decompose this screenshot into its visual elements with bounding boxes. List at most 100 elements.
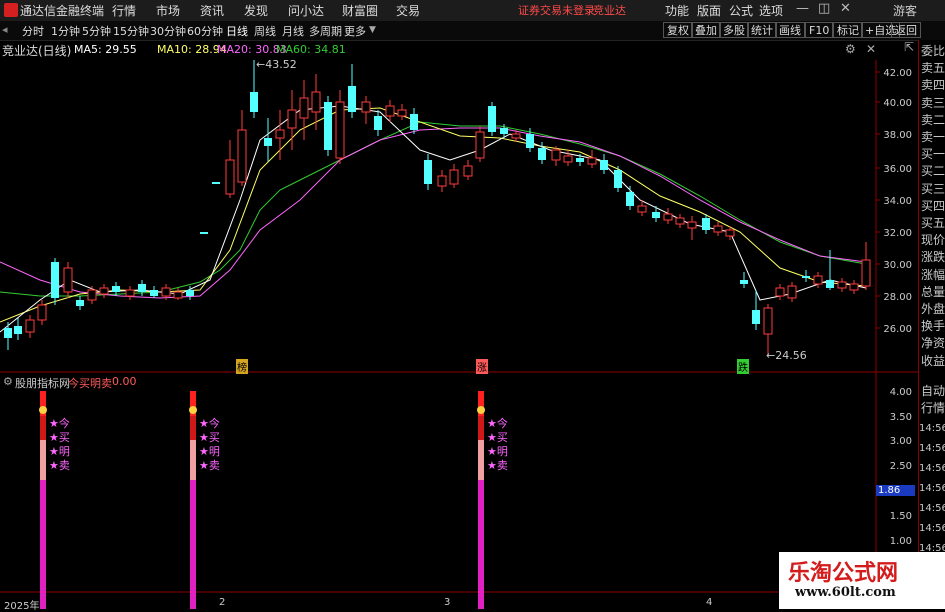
candle-down	[424, 154, 432, 190]
menu-trade[interactable]: 交易	[396, 2, 420, 19]
tab-more[interactable]: 更多	[344, 23, 366, 39]
price-tick: 32.00	[883, 228, 912, 239]
close-icon[interactable]: ✕	[840, 1, 851, 16]
statistics-button[interactable]: 统计	[747, 22, 777, 38]
signal-bars	[39, 391, 485, 609]
menu-wealth[interactable]: 财富圈	[342, 2, 378, 19]
app-title: 通达信金融终端	[20, 4, 105, 18]
tab-daily[interactable]: 日线	[226, 23, 248, 39]
candle-up	[87, 286, 97, 304]
tab-30min[interactable]: 30分钟	[150, 23, 186, 39]
menu-market[interactable]: 市场	[156, 2, 180, 19]
menu-ask[interactable]: 问小达	[288, 2, 324, 19]
quote-field-label: 现价	[921, 233, 945, 248]
candle-down	[740, 272, 748, 288]
candle-up	[663, 208, 673, 224]
indicator-title: 今买明卖	[68, 377, 112, 390]
quote-field-label: 买五	[921, 216, 945, 230]
chevron-left-icon[interactable]: ◂	[2, 23, 8, 36]
candle-up	[299, 80, 309, 140]
overlay-button[interactable]: 叠加	[691, 22, 721, 38]
date-label-year: 2025年	[4, 601, 40, 612]
tick-time: 14:56	[919, 503, 945, 514]
candle-down	[138, 280, 146, 296]
menu-market-quotes[interactable]: 行情	[112, 2, 136, 19]
tab-1min[interactable]: 1分钟	[51, 23, 80, 39]
auto-quote-label[interactable]: 行情	[921, 401, 945, 415]
price-axis: 42.00 40.00 38.00 36.00 34.00 32.00 30.00 28.00…	[876, 68, 912, 335]
indicator-gear-icon[interactable]: ⚙	[3, 375, 13, 388]
candle-up	[25, 315, 35, 338]
tab-weekly[interactable]: 周线	[254, 23, 276, 39]
draw-line-button[interactable]: 画线	[775, 22, 805, 38]
tab-monthly[interactable]: 月线	[282, 23, 304, 39]
auto-quote-label[interactable]: 自动	[921, 384, 945, 398]
quote-field-label: 收益	[921, 353, 945, 368]
candle-down	[150, 286, 158, 298]
multi-stock-button[interactable]: 多股	[719, 22, 749, 38]
candle-down	[802, 270, 810, 282]
signal-label: ★卖	[199, 459, 220, 472]
mark-button[interactable]: 标记	[833, 22, 863, 38]
tab-15min[interactable]: 15分钟	[113, 23, 149, 39]
back-button[interactable]: 返回	[891, 22, 921, 38]
menu-news[interactable]: 资讯	[200, 2, 224, 19]
candle-down	[200, 232, 208, 234]
ma60-line	[0, 121, 867, 297]
price-tick: 34.00	[883, 196, 912, 207]
menu-options[interactable]: 选项	[759, 2, 783, 19]
kline-chart[interactable]: 42.0040.0038.0036.0034.0032.0030.0028.00…	[0, 40, 918, 609]
candle-down	[652, 206, 660, 222]
chart-frame	[0, 60, 918, 609]
tab-5min[interactable]: 5分钟	[82, 23, 111, 39]
tag-fall: 跌	[737, 359, 749, 374]
candle-down	[826, 250, 834, 290]
candle-up	[237, 110, 247, 186]
money-bag-icon	[189, 406, 197, 414]
quote-field-label: 涨幅	[921, 267, 945, 282]
menu-formula[interactable]: 公式	[729, 2, 753, 19]
date-label-feb: 2	[219, 597, 226, 608]
title-bar: 通达信金融终端 行情 市场 资讯 发现 问小达 财富圈 交易 证券交易未登录 竞…	[0, 0, 945, 22]
period-toolbar: ◂ 分时 1分钟 5分钟 15分钟 30分钟 60分钟 日线 周线 月线 多周期…	[0, 21, 945, 41]
candle-up	[713, 222, 723, 236]
price-tick: 36.00	[883, 164, 912, 175]
chevron-down-icon[interactable]: ▼	[369, 25, 376, 35]
tag-rise: 涨	[476, 359, 488, 374]
restore-icon[interactable]: ◫	[818, 1, 830, 16]
guest-user[interactable]: 游客	[893, 2, 917, 19]
quote-side-panel: 委比 卖五 卖四 卖三 卖二 卖一 买一 买二 买三 买四 买五 现价 涨跌 涨幅 总量 外盘 换手 净资 收益 自动…	[918, 40, 945, 609]
tab-60min[interactable]: 60分钟	[187, 23, 223, 39]
signal-label: ★卖	[487, 459, 508, 472]
candle-up	[449, 164, 459, 188]
login-warning: 证券交易未登录	[518, 4, 595, 17]
quote-field-label: 外盘	[921, 302, 945, 316]
money-bag-icon	[477, 406, 485, 414]
menu-function[interactable]: 功能	[665, 2, 689, 19]
candle-up	[675, 214, 685, 228]
candle-up	[335, 90, 345, 164]
buy-sell-signal-bar	[39, 391, 47, 609]
candle-up	[861, 242, 871, 290]
quote-field-label: 买一	[921, 147, 945, 162]
menu-discover[interactable]: 发现	[244, 2, 268, 19]
candle-up	[173, 288, 183, 300]
minimize-icon[interactable]: —	[796, 1, 809, 16]
tab-multi-period[interactable]: 多周期	[309, 23, 342, 39]
money-bag-icon	[39, 406, 47, 414]
quote-field-label: 换手	[921, 319, 945, 334]
indicator-name[interactable]: 股朋指标网	[15, 375, 70, 391]
indicator-value: 0.00	[112, 375, 137, 388]
candle-down	[600, 154, 608, 174]
menu-layout[interactable]: 版面	[697, 2, 721, 19]
adjust-button[interactable]: 复权	[663, 22, 693, 38]
candle-up	[837, 278, 847, 292]
candle-down	[348, 64, 356, 118]
tick-time: 14:56	[919, 463, 945, 474]
login-link[interactable]: 竞业达	[593, 2, 626, 18]
quote-field-label: 涨跌	[921, 250, 945, 265]
tab-intraday[interactable]: 分时	[22, 23, 44, 39]
f10-button[interactable]: F10	[805, 22, 834, 38]
candle-down	[626, 186, 634, 210]
tick-time: 14:56	[919, 423, 945, 434]
